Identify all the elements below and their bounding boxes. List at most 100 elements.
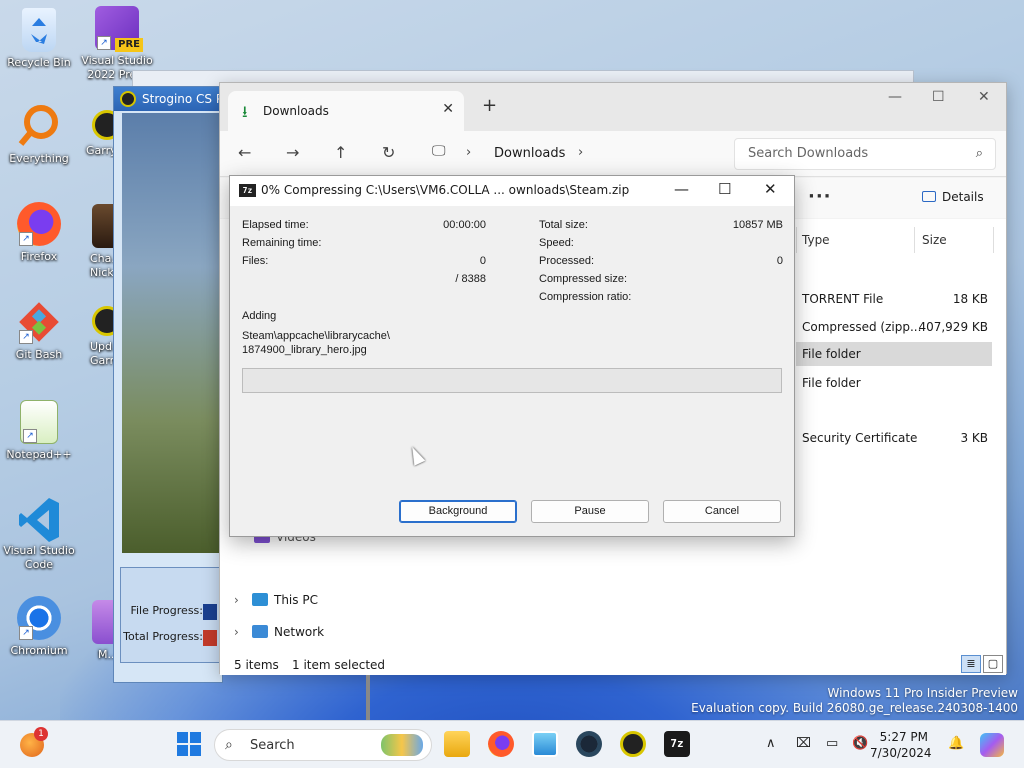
details-view-icon[interactable]: ≣ [961, 655, 981, 673]
desktop-icon-git-bash[interactable]: ↗ Git Bash [2, 300, 76, 362]
file-row[interactable]: Security Certificate 3 KB [796, 426, 992, 450]
column-header-size[interactable]: Size [922, 233, 947, 247]
background-button[interactable]: Background [399, 500, 517, 523]
up-arrow-icon[interactable]: ↑ [334, 143, 347, 162]
maximize-icon[interactable]: ☐ [932, 89, 945, 105]
status-item-count: 5 items [234, 658, 279, 672]
nav-item-this-pc[interactable]: › This PC [234, 593, 318, 607]
file-type: TORRENT File [802, 292, 884, 306]
elapsed-time-label: Elapsed time: [242, 219, 309, 231]
garrys-mod-icon [120, 91, 136, 107]
widgets-weather-icon[interactable]: 1 [20, 727, 48, 757]
more-options-icon[interactable]: ··· [808, 186, 832, 207]
desktop-icon-firefox[interactable]: ↗ Firefox [2, 202, 76, 264]
clock-time: 5:27 PM [879, 730, 928, 744]
garrys-mod-icon[interactable] [620, 731, 646, 757]
file-explorer-icon[interactable] [444, 731, 470, 757]
new-tab-button[interactable]: + [482, 95, 497, 116]
column-separator[interactable] [993, 227, 994, 253]
chevron-right-icon[interactable]: › [234, 625, 252, 639]
total-progress-label: Total Progress: [123, 630, 203, 643]
tiles-view-icon[interactable]: ▢ [983, 655, 1003, 673]
notification-bell-icon[interactable]: 🔔 [948, 736, 964, 751]
vscode-icon [17, 496, 61, 542]
minimize-icon[interactable]: — [674, 180, 689, 198]
shortcut-arrow-icon: ↗ [23, 429, 37, 443]
current-file-path: Steam\appcache\librarycache\ [242, 330, 390, 342]
cancel-button[interactable]: Cancel [663, 500, 781, 523]
desktop-icon-chromium[interactable]: ↗ Chromium [2, 596, 76, 658]
file-size: 407,929 KB [918, 320, 988, 334]
sevenzip-progress-dialog[interactable]: 7z 0% Compressing C:\Users\VM6.COLLA ...… [229, 175, 795, 537]
desktop-icon-recycle-bin[interactable]: Recycle Bin [2, 8, 76, 70]
action-label: Adding [242, 310, 277, 322]
chevron-up-icon[interactable]: ∧ [766, 736, 776, 751]
sevenzip-icon[interactable]: 7z [664, 731, 690, 757]
photos-icon[interactable] [532, 731, 558, 757]
shortcut-arrow-icon: ↗ [19, 626, 33, 640]
display-icon[interactable]: ▭ [826, 736, 838, 751]
dialog-titlebar[interactable]: 7z 0% Compressing C:\Users\VM6.COLLA ...… [230, 176, 794, 206]
details-button[interactable]: Details [922, 190, 984, 204]
desktop-icon-label: Visual Studio Code [3, 544, 75, 571]
everything-search-icon [17, 104, 61, 148]
cs-window-artwork [122, 113, 224, 553]
close-window-icon[interactable]: ✕ [978, 89, 990, 105]
close-icon[interactable]: ✕ [764, 180, 777, 198]
download-arrow-icon: ⭳ [242, 102, 248, 121]
network-offline-icon[interactable]: ⌧ [796, 736, 811, 751]
sound-icon[interactable]: 🔇 [852, 736, 868, 751]
file-type: Security Certificate [802, 431, 918, 445]
file-row-selected[interactable]: File folder [796, 342, 992, 366]
cs-window-titlebar[interactable]: Strogino CS P... [114, 87, 222, 111]
monitor-icon[interactable]: 🖵 [432, 143, 446, 159]
clock[interactable]: 5:27 PM 7/30/2024 [870, 729, 932, 761]
chevron-right-icon[interactable]: › [466, 145, 471, 160]
column-separator[interactable] [796, 227, 797, 253]
desktop-icon-label: Git Bash [15, 348, 63, 361]
start-icon[interactable] [176, 731, 202, 757]
breadcrumb-downloads[interactable]: Downloads [494, 146, 565, 161]
maximize-icon[interactable]: ☐ [718, 180, 731, 198]
pre-badge: PRE [115, 38, 143, 52]
file-type: File folder [802, 347, 861, 361]
steam-icon[interactable] [576, 731, 602, 757]
recycle-bin-icon [22, 8, 56, 52]
chevron-right-icon[interactable]: › [578, 145, 583, 160]
tab-downloads[interactable]: ⭳ Downloads ✕ [228, 91, 464, 131]
chromium-icon: ↗ [17, 596, 61, 640]
remaining-time-label: Remaining time: [242, 237, 322, 249]
close-tab-icon[interactable]: ✕ [442, 101, 454, 117]
watermark-line2: Evaluation copy. Build 26080.ge_release.… [691, 701, 1018, 715]
total-size-label: Total size: [539, 219, 588, 231]
minimize-icon[interactable]: — [888, 89, 902, 105]
copilot-icon[interactable] [980, 733, 1004, 757]
strogino-cs-window[interactable]: Strogino CS P... File Progress: Total Pr… [113, 86, 224, 683]
file-row[interactable]: File folder [796, 371, 992, 395]
git-bash-icon: ↗ [17, 300, 61, 344]
file-row[interactable]: TORRENT File 18 KB [796, 287, 992, 311]
search-highlight-icon [381, 734, 423, 756]
taskbar-search-label: Search [250, 738, 295, 753]
search-input[interactable]: Search Downloads ⌕ [734, 138, 996, 170]
back-arrow-icon[interactable]: ← [238, 143, 251, 162]
column-header-type[interactable]: Type [802, 233, 830, 247]
nav-item-network[interactable]: › Network [234, 625, 324, 639]
taskbar: 1 ⌕ Search 7z ∧ ⌧ ▭ 🔇 5:27 PM 7/30/2024 … [0, 720, 1024, 768]
desktop-icon-notepad-plus-plus[interactable]: ↗ Notepad++ [2, 400, 76, 462]
taskbar-search-box[interactable]: ⌕ Search [214, 729, 432, 761]
column-separator[interactable] [914, 227, 915, 253]
compression-ratio-label: Compression ratio: [539, 291, 632, 303]
forward-arrow-icon[interactable]: → [286, 143, 299, 162]
firefox-icon[interactable] [488, 731, 514, 757]
desktop-icon-vscode[interactable]: Visual Studio Code [2, 496, 76, 572]
desktop-icon-everything[interactable]: Everything [2, 104, 76, 166]
pause-button[interactable]: Pause [531, 500, 649, 523]
tab-label: Downloads [263, 104, 329, 118]
file-row[interactable]: Compressed (zipp... 407,929 KB [796, 315, 992, 339]
desktop-icon-label: Notepad++ [6, 448, 72, 461]
refresh-icon[interactable]: ↻ [382, 143, 395, 162]
files-total: / 8388 [455, 273, 486, 285]
search-icon: ⌕ [975, 146, 983, 161]
chevron-right-icon[interactable]: › [234, 593, 252, 607]
